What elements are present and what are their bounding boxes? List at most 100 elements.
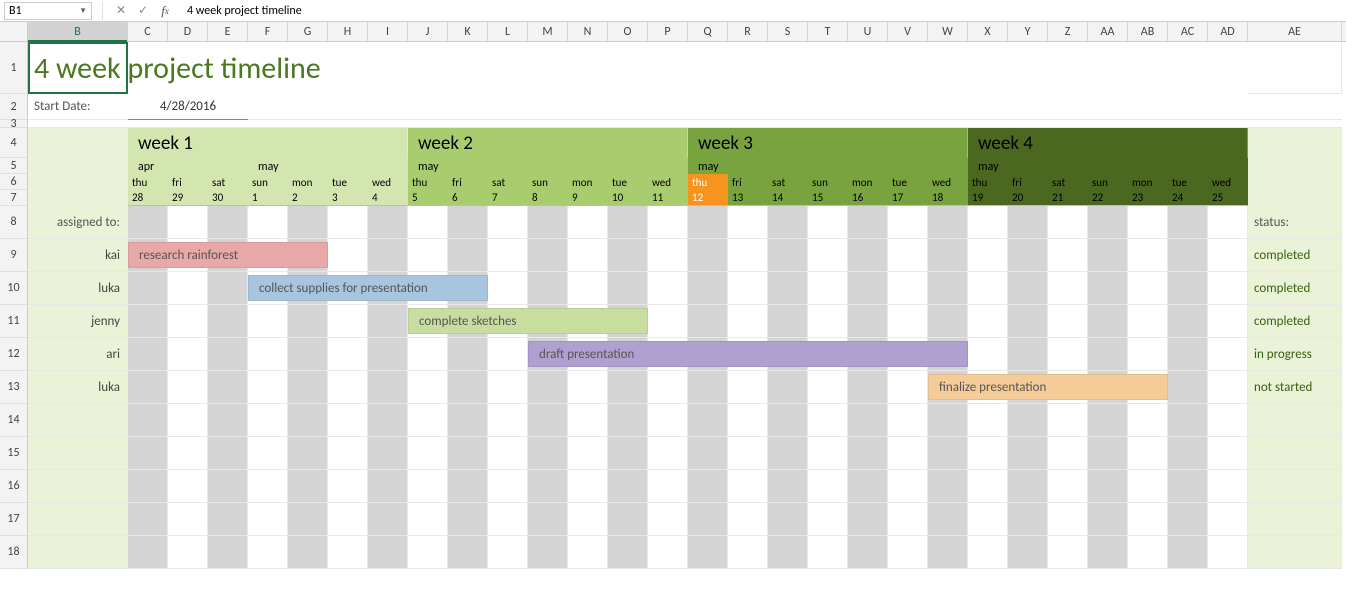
day-cell[interactable]: [1168, 338, 1208, 371]
day-number[interactable]: 24: [1168, 190, 1208, 206]
day-cell[interactable]: [1128, 470, 1168, 503]
day-cell[interactable]: [768, 470, 808, 503]
task-bar[interactable]: finalize presentation: [928, 374, 1168, 400]
day-cell[interactable]: [328, 404, 368, 437]
status-label[interactable]: status:: [1248, 206, 1342, 239]
day-cell[interactable]: [688, 404, 728, 437]
day-cell[interactable]: [848, 470, 888, 503]
day-cell[interactable]: [528, 437, 568, 470]
day-cell[interactable]: [128, 272, 168, 305]
column-header-L[interactable]: L: [488, 22, 528, 41]
day-cell[interactable]: [688, 272, 728, 305]
cell[interactable]: [28, 174, 128, 190]
day-cell[interactable]: [248, 404, 288, 437]
day-cell[interactable]: [768, 206, 808, 239]
cell[interactable]: [28, 128, 128, 158]
day-cell[interactable]: [288, 470, 328, 503]
day-cell[interactable]: [368, 470, 408, 503]
column-header-I[interactable]: I: [368, 22, 408, 41]
day-name[interactable]: mon: [848, 174, 888, 190]
month-label[interactable]: apr: [128, 158, 168, 174]
select-all-corner[interactable]: [0, 22, 28, 41]
day-cell[interactable]: [648, 404, 688, 437]
status-value[interactable]: completed: [1248, 272, 1342, 305]
assignee-name[interactable]: ari: [28, 338, 128, 371]
month-label[interactable]: [168, 158, 208, 174]
day-cell[interactable]: [1048, 239, 1088, 272]
row-header[interactable]: 3: [0, 120, 28, 128]
month-label[interactable]: [768, 158, 808, 174]
day-cell[interactable]: [208, 305, 248, 338]
day-cell[interactable]: [448, 437, 488, 470]
day-cell[interactable]: [648, 470, 688, 503]
month-label[interactable]: [1208, 158, 1248, 174]
day-cell[interactable]: [168, 206, 208, 239]
day-name[interactable]: wed: [368, 174, 408, 190]
week-label[interactable]: week 4: [968, 128, 1248, 158]
row-header[interactable]: 16: [0, 470, 28, 503]
day-cell[interactable]: [928, 239, 968, 272]
day-cell[interactable]: [408, 536, 448, 569]
day-number[interactable]: 22: [1088, 190, 1128, 206]
day-cell[interactable]: [168, 272, 208, 305]
day-cell[interactable]: [1048, 536, 1088, 569]
assignee-name[interactable]: jenny: [28, 305, 128, 338]
fx-icon[interactable]: fx: [157, 3, 173, 19]
day-cell[interactable]: [728, 305, 768, 338]
day-cell[interactable]: [168, 371, 208, 404]
row-header[interactable]: 11: [0, 305, 28, 338]
month-label[interactable]: [1128, 158, 1168, 174]
day-cell[interactable]: [648, 305, 688, 338]
cell[interactable]: [28, 190, 128, 206]
day-cell[interactable]: [1088, 503, 1128, 536]
day-cell[interactable]: [808, 437, 848, 470]
row-header[interactable]: 10: [0, 272, 28, 305]
day-name[interactable]: sun: [1088, 174, 1128, 190]
row-header[interactable]: 8: [0, 206, 28, 239]
day-name[interactable]: mon: [568, 174, 608, 190]
column-header-Y[interactable]: Y: [1008, 22, 1048, 41]
cell[interactable]: [248, 94, 1342, 120]
day-cell[interactable]: [128, 536, 168, 569]
day-number[interactable]: 7: [488, 190, 528, 206]
month-label[interactable]: [328, 158, 368, 174]
column-header-K[interactable]: K: [448, 22, 488, 41]
day-cell[interactable]: [848, 239, 888, 272]
month-label[interactable]: [1168, 158, 1208, 174]
month-label[interactable]: [648, 158, 688, 174]
formula-input[interactable]: 4 week project timeline: [179, 2, 1342, 20]
day-cell[interactable]: [528, 404, 568, 437]
spreadsheet-grid[interactable]: 14 week project timeline2Start Date:4/28…: [0, 42, 1346, 569]
day-cell[interactable]: [368, 338, 408, 371]
column-header-V[interactable]: V: [888, 22, 928, 41]
column-header-S[interactable]: S: [768, 22, 808, 41]
day-cell[interactable]: [328, 338, 368, 371]
day-cell[interactable]: [288, 338, 328, 371]
week-label[interactable]: week 1: [128, 128, 408, 158]
day-cell[interactable]: [1168, 305, 1208, 338]
day-cell[interactable]: [1168, 206, 1208, 239]
day-cell[interactable]: [528, 503, 568, 536]
day-number[interactable]: 16: [848, 190, 888, 206]
day-cell[interactable]: [648, 206, 688, 239]
day-cell[interactable]: [488, 338, 528, 371]
day-cell[interactable]: [288, 437, 328, 470]
day-cell[interactable]: [1128, 536, 1168, 569]
day-cell[interactable]: [888, 305, 928, 338]
cell[interactable]: [28, 404, 128, 437]
enter-icon[interactable]: ✓: [135, 3, 151, 19]
day-cell[interactable]: [1008, 470, 1048, 503]
day-cell[interactable]: [408, 503, 448, 536]
day-number[interactable]: 29: [168, 190, 208, 206]
day-cell[interactable]: [1048, 272, 1088, 305]
month-label[interactable]: [448, 158, 488, 174]
day-cell[interactable]: [688, 371, 728, 404]
cell[interactable]: [1248, 190, 1342, 206]
cell[interactable]: [1248, 503, 1342, 536]
day-cell[interactable]: [888, 437, 928, 470]
day-cell[interactable]: [928, 536, 968, 569]
day-cell[interactable]: [608, 536, 648, 569]
day-cell[interactable]: [808, 305, 848, 338]
day-cell[interactable]: [528, 371, 568, 404]
day-cell[interactable]: [968, 437, 1008, 470]
